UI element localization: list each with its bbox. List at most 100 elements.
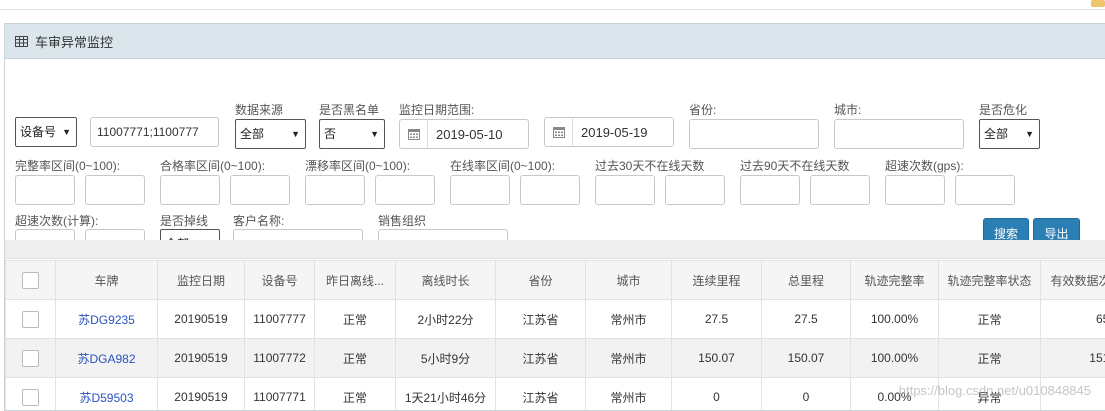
city-input[interactable] [834,119,964,149]
table-icon [15,35,28,47]
qualified-max-input[interactable] [230,175,290,205]
column-header[interactable]: 监控日期 [157,260,245,300]
results-table: 车牌 监控日期 设备号 昨日离线... 离线时长 省份 城市 连续里程 总里程 … [5,260,1105,410]
column-header[interactable]: 连续里程 [671,260,762,300]
blacklist-select[interactable]: 否 ▼ [319,119,385,149]
row-checkbox[interactable] [22,310,39,328]
select-all-cell[interactable] [5,260,56,300]
date-start-input[interactable]: 2019-05-10 [399,119,529,149]
completeness-max-input[interactable] [85,175,145,205]
device-type-select[interactable]: 设备号 ▼ [15,117,77,147]
blacklist-label: 是否黑名单 [319,103,380,117]
table-cell: 11007771 [244,377,315,410]
plate-link[interactable]: 苏DG9235 [55,299,158,339]
monitor-panel: 车审异常监控 设备号 ▼ 11007771;1100777 数据来源 全部 ▼ … [4,23,1105,411]
offline30-label: 过去30天不在线天数 [595,159,705,173]
table-cell: 150.07 [671,338,762,378]
plate-link[interactable]: 苏D59503 [55,377,158,410]
row-checkbox[interactable] [22,349,39,367]
offline30-max-input[interactable] [665,175,725,205]
province-input[interactable] [689,119,819,149]
table-cell: 正常 [314,377,396,410]
row-select-cell[interactable] [5,299,56,339]
table-cell: 20190519 [157,299,245,339]
online-min-input[interactable] [450,175,510,205]
province-label: 省份: [689,103,717,117]
top-bar [0,0,1105,10]
data-source-select-value: 全部 [240,127,265,141]
table-cell: 0 [671,377,762,410]
row-select-cell[interactable] [5,377,56,410]
table-row: 苏DGA982 20190519 11007772 正常 5小时9分 江苏省 常… [5,338,1105,378]
data-source-select[interactable]: 全部 ▼ [235,119,306,149]
speeding-calc-label: 超速次数(计算): [15,214,99,228]
column-header[interactable]: 轨迹完整率状态 [938,260,1041,300]
date-start-value: 2019-05-10 [436,126,503,142]
sales-org-label: 销售组织 [378,214,427,228]
row-select-cell[interactable] [5,338,56,378]
table-cell: 江苏省 [495,377,586,410]
table-cell: 正常 [938,338,1041,378]
table-cell: 100.00% [850,299,939,339]
column-header[interactable]: 总里程 [761,260,851,300]
date-end-input[interactable]: 2019-05-19 [544,117,674,147]
offline90-label: 过去90天不在线天数 [740,159,850,173]
column-header[interactable]: 城市 [585,260,672,300]
table-cell: 20190519 [157,377,245,410]
table-cell: 常州市 [585,377,672,410]
column-header[interactable]: 昨日离线... [314,260,396,300]
drift-max-input[interactable] [375,175,435,205]
table-cell: 0 [1040,377,1105,410]
select-all-checkbox[interactable] [22,271,39,289]
table-cell: 江苏省 [495,299,586,339]
data-source-label: 数据来源 [235,103,284,117]
device-number-input[interactable]: 11007771;1100777 [90,117,219,147]
table-cell: 11007772 [244,338,315,378]
online-label: 在线率区间(0~100): [450,159,556,173]
city-label: 城市: [834,103,862,117]
date-range-label: 监控日期范围: [399,103,475,117]
qualified-min-input[interactable] [160,175,220,205]
table-cell: 27.5 [671,299,762,339]
danger-label: 是否危化 [979,103,1028,117]
table-cell: 0.00% [850,377,939,410]
top-bar-accent [1091,0,1105,7]
column-header[interactable]: 省份 [495,260,586,300]
speeding-gps-label: 超速次数(gps): [885,159,964,173]
online-max-input[interactable] [520,175,580,205]
panel-header: 车审异常监控 [5,24,1105,59]
danger-select[interactable]: 全部 ▼ [979,119,1040,149]
device-type-select-value: 设备号 [20,125,57,139]
column-header[interactable]: 设备号 [244,260,315,300]
column-header[interactable]: 离线时长 [395,260,496,300]
table-cell: 正常 [938,299,1041,339]
qualified-label: 合格率区间(0~100): [160,159,266,173]
calendar-icon [545,118,573,146]
offline30-min-input[interactable] [595,175,655,205]
offline90-max-input[interactable] [810,175,870,205]
column-header[interactable]: 车牌 [55,260,158,300]
speeding-gps-min-input[interactable] [885,175,945,205]
drift-min-input[interactable] [305,175,365,205]
date-end-value: 2019-05-19 [581,124,648,140]
table-cell: 100.00% [850,338,939,378]
offline90-min-input[interactable] [740,175,800,205]
blacklist-select-value: 否 [324,127,337,141]
table-cell: 正常 [314,299,396,339]
column-header[interactable]: 有效数据次 [1040,260,1105,300]
table-cell: 5小时9分 [395,338,496,378]
filter-form: 设备号 ▼ 11007771;1100777 数据来源 全部 ▼ 是否黑名单 否… [5,59,1105,263]
column-header[interactable]: 轨迹完整率 [850,260,939,300]
completeness-min-input[interactable] [15,175,75,205]
drift-label: 漂移率区间(0~100): [305,159,411,173]
table-cell: 2小时22分 [395,299,496,339]
section-divider [5,240,1105,259]
row-checkbox[interactable] [22,388,39,406]
table-cell: 20190519 [157,338,245,378]
table-cell: 1518 [1040,338,1105,378]
speeding-gps-max-input[interactable] [955,175,1015,205]
plate-link[interactable]: 苏DGA982 [55,338,158,378]
panel-title: 车审异常监控 [35,34,114,50]
table-cell: 正常 [314,338,396,378]
table-row: 苏DG9235 20190519 11007777 正常 2小时22分 江苏省 … [5,299,1105,339]
